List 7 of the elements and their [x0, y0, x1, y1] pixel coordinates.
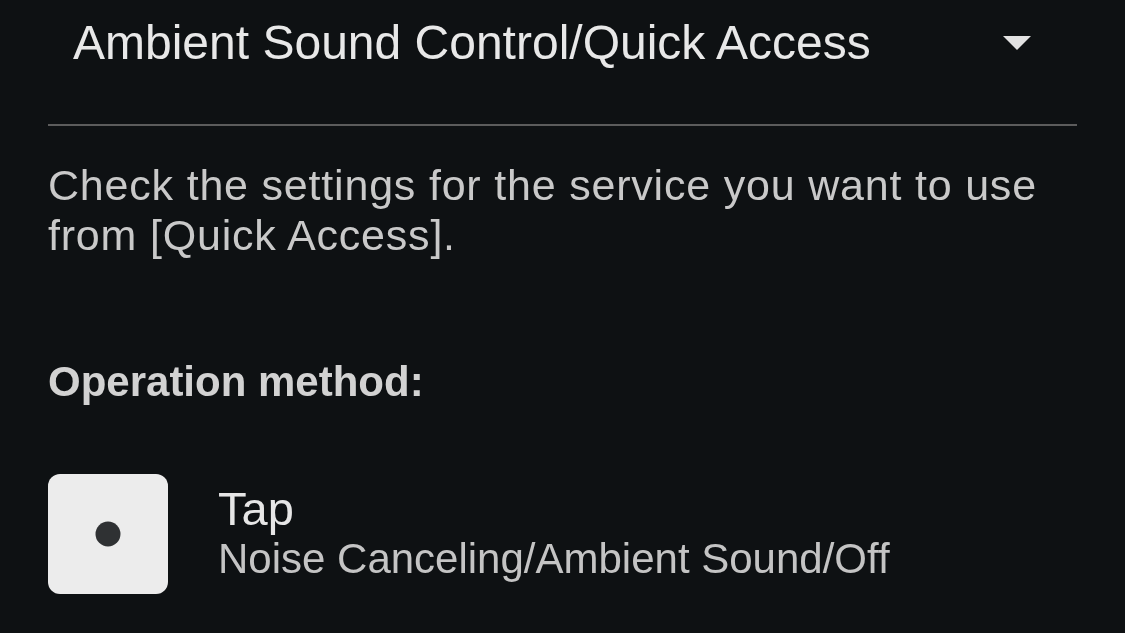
operation-description: Noise Canceling/Ambient Sound/Off [218, 535, 890, 584]
description-text: Check the settings for the service you want to use from [Quick Access]. [48, 160, 1038, 260]
single-dot-tile-icon [48, 474, 168, 594]
caret-icon [1003, 36, 1031, 50]
section-label: Operation method: [48, 357, 425, 407]
dropdown-field[interactable]: Ambient Sound Control/Quick Access [48, 0, 1077, 126]
operation-title: Tap [218, 484, 295, 534]
